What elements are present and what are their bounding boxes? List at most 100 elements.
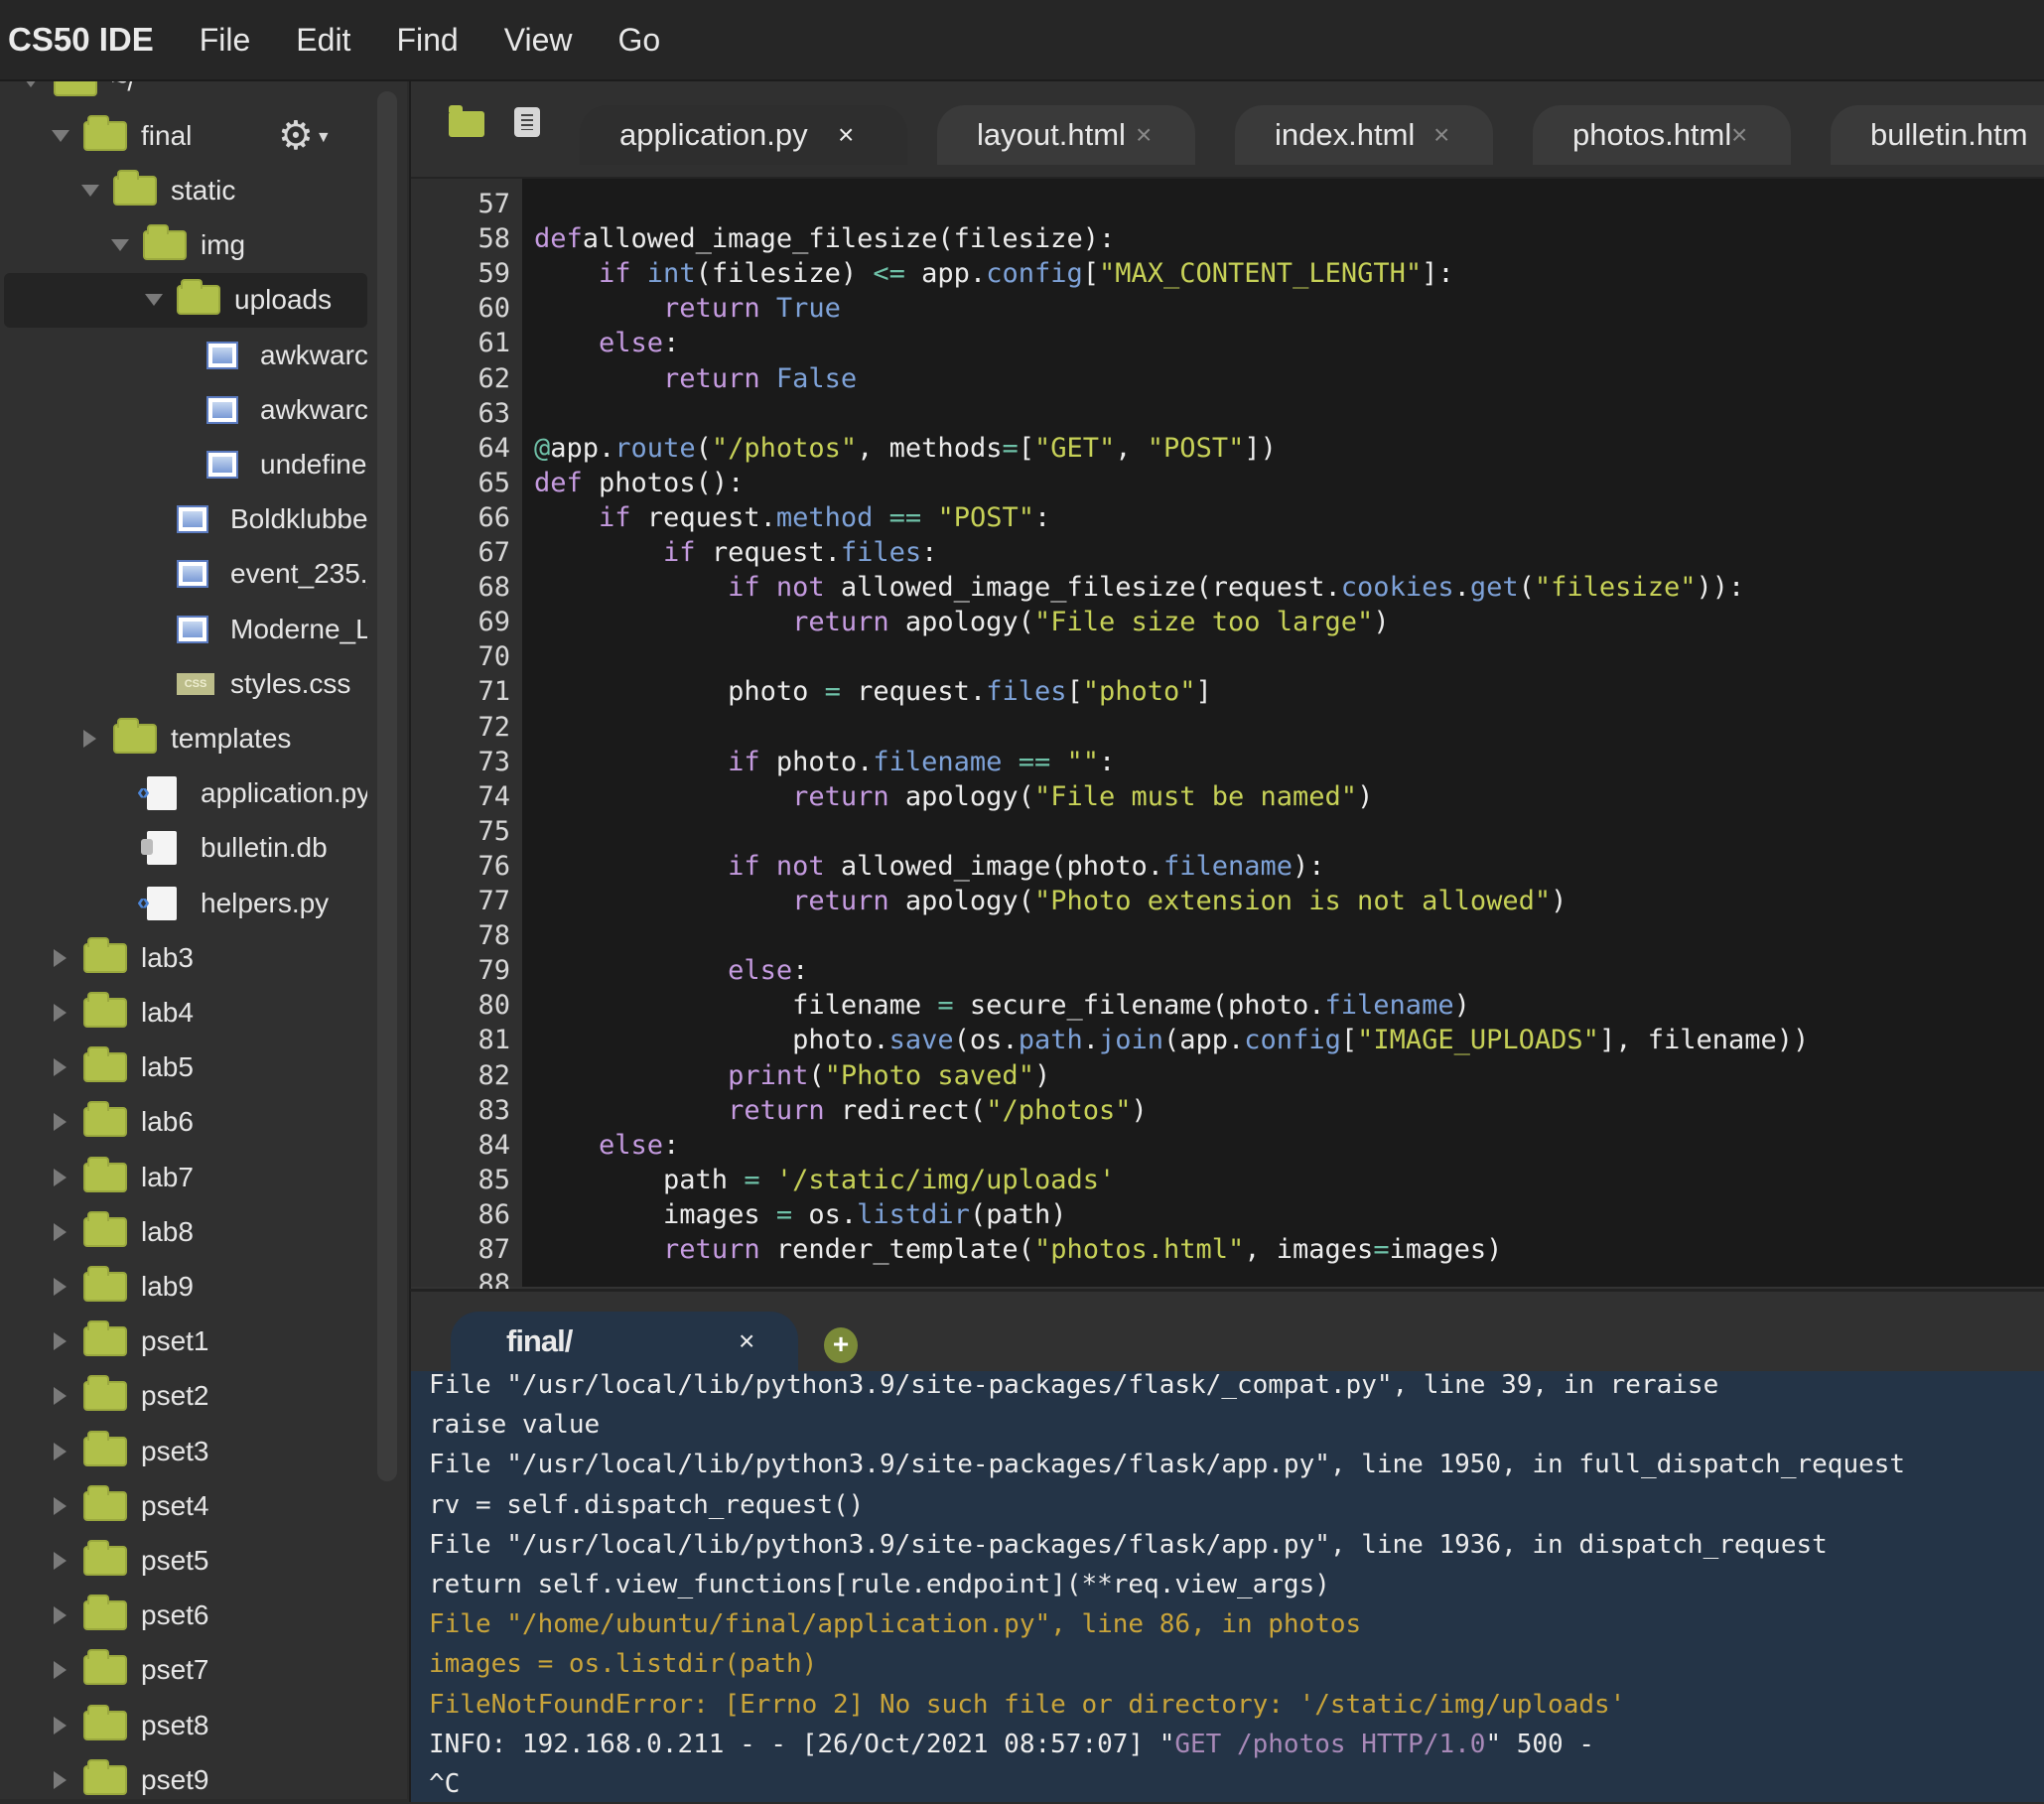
tree-item-pset7[interactable]: pset7	[0, 1643, 369, 1698]
tree-item-lab5[interactable]: lab5	[0, 1041, 369, 1095]
collapse-arrow-icon[interactable]	[54, 1716, 67, 1735]
tree-item-bulletin-db[interactable]: bulletin.db	[0, 821, 369, 876]
folder-icon	[83, 991, 127, 1028]
tree-item-styles-css[interactable]: CSS styles.css	[0, 656, 369, 711]
expand-arrow-icon[interactable]	[111, 239, 129, 252]
menu-edit[interactable]: Edit	[296, 22, 350, 59]
code-text: return apology("File must be named")	[792, 780, 1374, 812]
code-text: return apology("File size too large")	[792, 607, 1390, 638]
tree-item-lab4[interactable]: lab4	[0, 985, 369, 1040]
menu-find[interactable]: Find	[396, 22, 458, 59]
tree-item-pset9[interactable]: pset9	[0, 1752, 369, 1799]
line-number: 72	[477, 711, 510, 743]
tab-application-py[interactable]: application.py ×	[580, 105, 907, 165]
editor-pane: application.py × layout.html × index.html × ph…	[409, 81, 2044, 1300]
terminal-line: File "/usr/local/lib/python3.9/site-pack…	[429, 1529, 1828, 1560]
tree-item-pset8[interactable]: pset8	[0, 1698, 369, 1752]
tab-layout-html[interactable]: layout.html ×	[937, 105, 1195, 165]
line-number: 67	[477, 537, 510, 568]
tree-item-final[interactable]: final	[0, 108, 369, 163]
tree-item-lab6[interactable]: lab6	[0, 1095, 369, 1150]
collapse-arrow-icon[interactable]	[54, 1332, 67, 1351]
collapse-arrow-icon[interactable]	[54, 1496, 67, 1515]
folder-icon	[83, 1375, 127, 1412]
image-file-icon	[177, 505, 208, 534]
collapse-arrow-icon[interactable]	[54, 1606, 67, 1625]
tree-item--[interactable]: ~/	[0, 81, 369, 108]
close-icon[interactable]: ×	[739, 1325, 754, 1357]
terminal-tab[interactable]: final/ ×	[451, 1312, 798, 1371]
tree-item-pset2[interactable]: pset2	[0, 1369, 369, 1424]
line-number: 81	[477, 1025, 510, 1056]
collapse-arrow-icon[interactable]	[54, 948, 67, 967]
terminal-line: File "/home/ubuntu/final/application.py"…	[429, 1609, 1362, 1640]
tree-item-event-235-jp-[interactable]: event_235.jp(	[0, 547, 369, 602]
tree-item-label: application.py	[201, 777, 367, 809]
close-icon[interactable]: ×	[1731, 119, 1747, 151]
close-icon[interactable]: ×	[1136, 119, 1152, 151]
collapse-arrow-icon[interactable]	[54, 1003, 67, 1022]
code-line: 80 filename = secure_filename(photo.file…	[411, 988, 2044, 1023]
tab-bulletin-htm[interactable]: bulletin.htm	[1831, 105, 2044, 165]
tree-item-pset6[interactable]: pset6	[0, 1589, 369, 1643]
close-icon[interactable]: ×	[838, 119, 854, 151]
add-terminal-button[interactable]: +	[824, 1327, 858, 1363]
tree-item-pset1[interactable]: pset1	[0, 1315, 369, 1369]
expand-arrow-icon[interactable]	[81, 184, 99, 197]
tree-item-helpers-py[interactable]: helpers.py	[0, 876, 369, 930]
code-editor[interactable]: 57 58 defallowed_image_filesize(filesize):…	[411, 179, 2044, 1300]
line-number: 65	[477, 467, 510, 498]
collapse-arrow-icon[interactable]	[54, 1222, 67, 1241]
collapse-arrow-icon[interactable]	[83, 729, 96, 748]
tree-item-label: uploads	[234, 284, 333, 316]
tree-item-application-py[interactable]: application.py	[0, 766, 369, 821]
tree-item-undefine[interactable]: undefine	[0, 437, 369, 491]
tab-index-html[interactable]: index.html ×	[1235, 105, 1493, 165]
tab-photos-html[interactable]: photos.html ×	[1533, 105, 1791, 165]
sidebar-scrollbar[interactable]	[377, 91, 397, 1481]
tree-item-boldklubben9[interactable]: Boldklubben9	[0, 492, 369, 547]
collapse-arrow-icon[interactable]	[54, 1277, 67, 1296]
folder-icon[interactable]	[449, 105, 484, 137]
menu-go[interactable]: Go	[617, 22, 660, 59]
tree-item-label: templates	[171, 722, 292, 754]
close-icon[interactable]: ×	[1433, 119, 1449, 151]
code-line: 64 @app.route("/photos", methods=["GET", …	[411, 431, 2044, 466]
tree-item-awkwarc[interactable]: awkwarc	[0, 382, 369, 437]
tree-item-pset3[interactable]: pset3	[0, 1424, 369, 1478]
tree-item-lab7[interactable]: lab7	[0, 1150, 369, 1204]
menu-view[interactable]: View	[504, 22, 573, 59]
tree-item-awkwarc[interactable]: awkwarc	[0, 328, 369, 382]
tree-item-moderne-log[interactable]: Moderne_Log	[0, 602, 369, 656]
tree-item-lab9[interactable]: lab9	[0, 1259, 369, 1314]
collapse-arrow-icon[interactable]	[54, 1387, 67, 1406]
expand-arrow-icon[interactable]	[22, 81, 40, 87]
collapse-arrow-icon[interactable]	[54, 1168, 67, 1186]
line-number: 66	[477, 501, 510, 533]
code-text: if request.method == "POST":	[599, 501, 1051, 533]
folder-icon	[83, 1156, 127, 1192]
tree-item-lab3[interactable]: lab3	[0, 930, 369, 985]
collapse-arrow-icon[interactable]	[54, 1551, 67, 1570]
expand-arrow-icon[interactable]	[145, 294, 163, 307]
tree-item-label: undefine	[260, 448, 367, 480]
tree-item-lab8[interactable]: lab8	[0, 1204, 369, 1259]
tree-item-pset4[interactable]: pset4	[0, 1478, 369, 1533]
tree-item-templates[interactable]: templates	[0, 711, 369, 765]
tree-item-pset5[interactable]: pset5	[0, 1533, 369, 1588]
collapse-arrow-icon[interactable]	[54, 1770, 67, 1789]
collapse-arrow-icon[interactable]	[54, 1113, 67, 1132]
tree-item-uploads[interactable]: uploads	[4, 272, 367, 328]
line-number: 78	[477, 920, 510, 952]
terminal-line: ^C	[429, 1769, 461, 1799]
tree-item-img[interactable]: img	[0, 218, 369, 273]
expand-arrow-icon[interactable]	[52, 129, 69, 142]
menu-file[interactable]: File	[200, 22, 251, 59]
outline-icon[interactable]	[514, 107, 540, 137]
collapse-arrow-icon[interactable]	[54, 1442, 67, 1460]
terminal-output[interactable]: File "/usr/local/lib/python3.9/site-pack…	[411, 1370, 2044, 1802]
collapse-arrow-icon[interactable]	[54, 1661, 67, 1680]
database-file-icon	[141, 831, 177, 866]
collapse-arrow-icon[interactable]	[54, 1058, 67, 1077]
tree-item-static[interactable]: static	[0, 163, 369, 217]
